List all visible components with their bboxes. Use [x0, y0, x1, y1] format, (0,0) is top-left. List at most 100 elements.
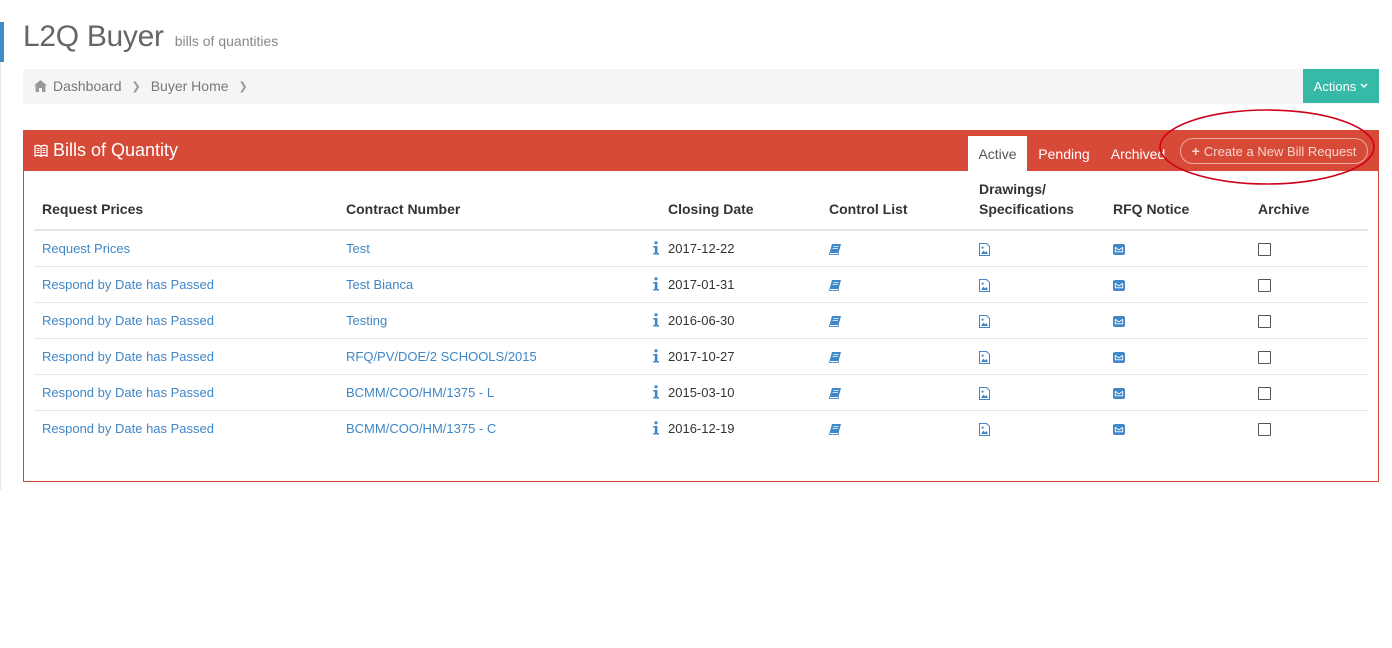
breadcrumb-bar: Dashboard ❯ Buyer Home ❯ Actions: [23, 69, 1379, 104]
request-link[interactable]: Respond by Date has Passed: [42, 385, 214, 400]
archive-cell: [1250, 266, 1368, 303]
info-icon[interactable]: [652, 241, 660, 255]
image-file-icon[interactable]: [979, 242, 990, 256]
bills-table: Request Prices Contract Number Closing D…: [34, 179, 1368, 446]
archive-cell: [1250, 338, 1368, 375]
tab-pending[interactable]: Pending: [1029, 136, 1099, 171]
book-icon[interactable]: [829, 423, 841, 435]
column-header-drawings-line1: Drawings/: [979, 181, 1046, 197]
contract-link[interactable]: Testing: [346, 313, 387, 328]
breadcrumb-dashboard[interactable]: Dashboard: [53, 78, 122, 94]
create-new-bill-button[interactable]: + Create a New Bill Request: [1180, 138, 1368, 164]
control-list-cell: [821, 266, 971, 303]
contract-link[interactable]: BCMM/COO/HM/1375 - C: [346, 421, 496, 436]
request-link[interactable]: Respond by Date has Passed: [42, 277, 214, 292]
info-icon[interactable]: [652, 384, 660, 399]
column-header-drawings: Drawings/Specifications: [971, 179, 1105, 231]
archive-checkbox[interactable]: [1258, 422, 1271, 436]
archive-checkbox[interactable]: [1258, 386, 1271, 400]
chevron-right-icon: ❯: [238, 80, 248, 93]
left-divider: [0, 62, 1, 490]
envelope-icon[interactable]: [1113, 351, 1125, 363]
table-row: Respond by Date has Passed Testing 2016-…: [34, 302, 1368, 339]
rfq-notice-cell: [1105, 230, 1250, 267]
info-icon[interactable]: [652, 312, 660, 327]
book-icon[interactable]: [829, 351, 841, 363]
archive-cell: [1250, 230, 1368, 267]
bills-of-quantity-panel: Bills of Quantity Active Pending Archive…: [23, 130, 1379, 482]
info-icon[interactable]: [652, 420, 660, 435]
control-list-cell: [821, 302, 971, 339]
breadcrumb-buyer-home[interactable]: Buyer Home: [151, 78, 229, 94]
book-icon[interactable]: [829, 315, 841, 327]
column-header-contract-number: Contract Number: [338, 179, 660, 231]
request-prices-cell: Respond by Date has Passed: [34, 266, 338, 303]
rfq-notice-cell: [1105, 266, 1250, 303]
info-icon[interactable]: [652, 276, 660, 291]
closing-date-cell: 2016-06-30: [660, 302, 821, 339]
chevron-down-icon: [1360, 83, 1368, 89]
contract-number-cell: Testing: [338, 302, 660, 339]
column-header-drawings-line2: Specifications: [979, 201, 1074, 217]
column-header-archive: Archive: [1250, 179, 1368, 231]
envelope-icon[interactable]: [1113, 243, 1125, 255]
book-icon[interactable]: [829, 387, 841, 399]
drawings-cell: [971, 410, 1105, 446]
info-icon[interactable]: [652, 348, 660, 363]
drawings-cell: [971, 230, 1105, 267]
panel-header: Bills of Quantity Active Pending Archive…: [24, 131, 1378, 171]
image-file-icon[interactable]: [979, 386, 990, 400]
closing-date-cell: 2017-12-22: [660, 230, 821, 267]
control-list-cell: [821, 374, 971, 411]
drawings-cell: [971, 338, 1105, 375]
archive-checkbox[interactable]: [1258, 350, 1271, 364]
book-icon[interactable]: [829, 243, 841, 255]
image-file-icon[interactable]: [979, 314, 990, 328]
envelope-icon[interactable]: [1113, 279, 1125, 291]
table-row: Respond by Date has Passed BCMM/COO/HM/1…: [34, 410, 1368, 446]
rfq-notice-cell: [1105, 410, 1250, 446]
contract-link[interactable]: Test: [346, 241, 370, 256]
page-title: L2Q Buyer bills of quantities: [23, 20, 278, 54]
request-prices-cell: Respond by Date has Passed: [34, 338, 338, 375]
tab-archived[interactable]: Archived: [1103, 136, 1173, 171]
left-accent-bar: [0, 22, 4, 62]
archive-checkbox[interactable]: [1258, 278, 1271, 292]
app-subtitle: bills of quantities: [174, 33, 279, 49]
contract-number-cell: BCMM/COO/HM/1375 - L: [338, 374, 660, 411]
archive-checkbox[interactable]: [1258, 242, 1271, 256]
control-list-cell: [821, 338, 971, 375]
request-link[interactable]: Respond by Date has Passed: [42, 349, 214, 364]
contract-link[interactable]: RFQ/PV/DOE/2 SCHOOLS/2015: [346, 349, 537, 364]
image-file-icon[interactable]: [979, 350, 990, 364]
closing-date-cell: 2016-12-19: [668, 420, 735, 436]
rfq-notice-cell: [1105, 302, 1250, 339]
request-prices-cell: Respond by Date has Passed: [34, 374, 338, 411]
request-prices-cell: Respond by Date has Passed: [34, 302, 338, 339]
control-list-cell: [821, 230, 971, 267]
chevron-right-icon: ❯: [131, 80, 141, 93]
book-icon: [34, 144, 48, 157]
envelope-icon[interactable]: [1113, 315, 1125, 327]
contract-link[interactable]: BCMM/COO/HM/1375 - L: [346, 385, 494, 400]
tab-active[interactable]: Active: [968, 136, 1027, 171]
envelope-icon[interactable]: [1113, 423, 1125, 435]
breadcrumb: Dashboard ❯ Buyer Home ❯: [34, 78, 258, 94]
contract-number-cell: Test: [338, 230, 660, 267]
image-file-icon[interactable]: [979, 278, 990, 292]
actions-button[interactable]: Actions: [1303, 69, 1379, 103]
drawings-cell: [971, 266, 1105, 303]
create-new-bill-label: Create a New Bill Request: [1203, 143, 1357, 159]
image-file-icon[interactable]: [979, 422, 990, 436]
contract-link[interactable]: Test Bianca: [346, 277, 413, 292]
book-icon[interactable]: [829, 279, 841, 291]
request-link[interactable]: Respond by Date has Passed: [42, 421, 214, 436]
panel-title-text: Bills of Quantity: [53, 140, 179, 160]
request-link[interactable]: Respond by Date has Passed: [42, 313, 214, 328]
envelope-icon[interactable]: [1113, 387, 1125, 399]
archive-cell: [1250, 410, 1368, 446]
table-row: Request Prices Test 2017-12-22: [34, 230, 1368, 267]
table-header-row: Request Prices Contract Number Closing D…: [34, 179, 1368, 231]
request-link[interactable]: Request Prices: [42, 241, 130, 256]
archive-checkbox[interactable]: [1258, 314, 1271, 328]
